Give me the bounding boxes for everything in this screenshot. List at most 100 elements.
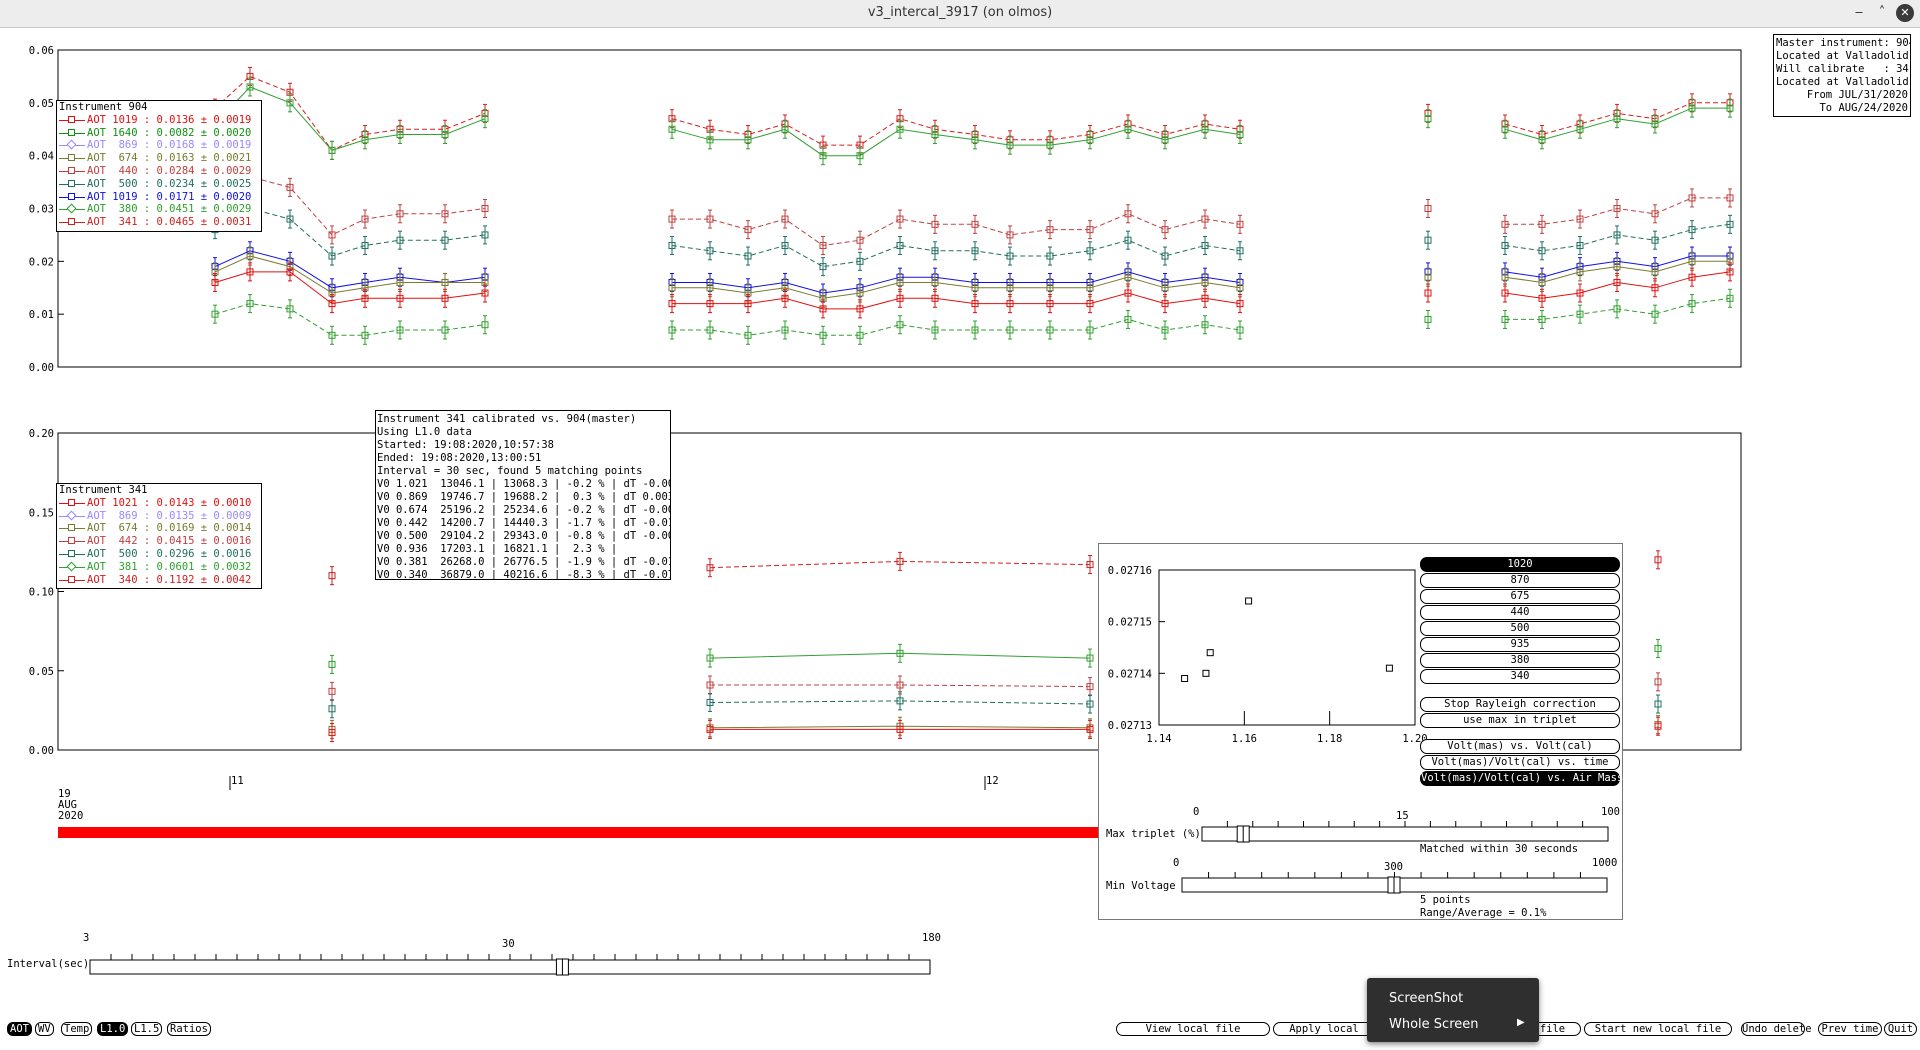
use-max-triplet-button[interactable]: use max in triplet [1420,713,1620,728]
legend-label: AOT 500 : [87,177,151,190]
close-icon[interactable]: ✕ [1896,4,1914,22]
ratio-data-point [1181,675,1189,682]
menu-item-screenshot[interactable]: ScreenShot [1389,991,1463,1006]
time-tick-label-12: 12 [986,775,999,787]
min-voltage-slider[interactable] [1181,872,1608,894]
bottom-legend-title: Instrument 341 [59,484,148,496]
legend-value: 0.0163 ± 0.0021 [150,152,252,165]
legend-value: 0.0168 ± 0.0019 [150,139,252,152]
legend-triangle-marker [68,154,75,162]
start-new-local-file-button[interactable]: Start new local file [1584,1022,1732,1036]
calibration-summary-line: Instrument 341 calibrated vs. 904(master… [377,413,637,425]
series-line [671,128,1241,157]
wavelength-button-675[interactable]: 675 [1420,589,1620,604]
quit-button[interactable]: Quit [1884,1022,1917,1036]
interval-slider[interactable] [89,954,931,976]
interval-slider-thumb[interactable] [555,958,569,976]
legend-label: AOT 340 : [87,573,151,586]
bottom-legend-item: AOT 340 : 0.1192 ± 0.0042 [57,574,261,587]
legend-square-marker [68,115,75,123]
legend-square-marker [68,498,75,506]
legend-label: AOT 500 : [87,547,151,560]
calibration-summary-line: V0 0.340 36879.0 | 40216.6 | -8.3 % | dT… [377,569,671,580]
min-voltage-scale-mid: 300 [1384,861,1403,873]
ratio-data-point [1245,597,1253,605]
top-y-tick-label: 0.02 [29,256,54,268]
ratio-x-tick-label: 1.16 [1232,733,1257,745]
legend-triangle-marker [68,218,75,226]
tab-l15[interactable]: L1.5 [131,1022,163,1036]
plot-mode-button[interactable]: Volt(mas)/Volt(cal) vs. time [1420,755,1620,770]
undo-delete-button[interactable]: Undo delete [1741,1022,1812,1036]
tab-ratios[interactable]: Ratios [167,1022,211,1036]
legend-label: AOT 869 : [87,509,151,522]
wavelength-button-440[interactable]: 440 [1420,605,1620,620]
legend-x-marker [66,203,77,214]
min-voltage-slider-thumb[interactable] [1387,876,1401,894]
wavelength-button-340[interactable]: 340 [1420,669,1620,684]
top-legend-item: AOT 869 : 0.0168 ± 0.0019 [57,139,261,152]
interval-slider-track[interactable] [89,959,931,975]
time-axis-date: 19 AUG 2020 [58,789,83,822]
legend-square-marker [68,537,75,545]
interval-scale-min: 3 [83,932,90,944]
max-triplet-slider-thumb[interactable] [1236,825,1250,843]
legend-value: 0.0171 ± 0.0020 [150,190,252,203]
legend-value: 0.1192 ± 0.0042 [150,573,252,586]
calibration-summary-line: V0 0.869 19746.7 | 19688.2 | 0.3 % | dT … [377,491,671,503]
min-voltage-note-points: 5 points [1420,894,1471,906]
top-y-tick-label: 0.06 [29,45,54,57]
max-triplet-slider-track[interactable] [1201,826,1609,842]
ratio-data-point [1385,664,1393,672]
wavelength-button-935[interactable]: 935 [1420,637,1620,652]
top-y-tick-label: 0.00 [29,362,54,374]
calibration-summary-line: Started: 19:08:2020,10:57:38 [377,439,555,451]
top-legend-title: Instrument 904 [59,101,148,113]
menu-item-whole-screen[interactable]: Whole Screen [1389,1017,1478,1032]
legend-label: AOT 1019 : [87,113,151,126]
calibration-summary-line: V0 1.021 13046.1 | 13068.3 | -0.2 % | dT… [377,478,671,490]
calibration-info-line: Will calibrate : 341 [1776,63,1911,75]
wavelength-button-500[interactable]: 500 [1420,621,1620,636]
maximize-icon[interactable]: ˄ [1873,4,1891,22]
top-legend-item: AOT 341 : 0.0465 ± 0.0031 [57,216,261,229]
legend-value: 0.0601 ± 0.0032 [150,560,252,573]
plot-mode-button[interactable]: Volt(mas) vs. Volt(cal) [1420,739,1620,754]
legend-x-marker [66,139,77,150]
wavelength-button-870[interactable]: 870 [1420,573,1620,588]
legend-triangle-down-marker [68,549,75,557]
max-triplet-scale-min: 0 [1193,806,1200,818]
view-local-file-button[interactable]: View local file [1116,1022,1270,1036]
top-y-tick-label: 0.04 [29,151,54,163]
apply-local-button[interactable]: Apply local [1273,1022,1375,1036]
ratio-y-tick-label: 0.02714 [1108,668,1152,680]
interval-slider-ticks [110,954,910,960]
wavelength-button-1020[interactable]: 1020 [1420,557,1620,572]
tab-wv[interactable]: WV [35,1022,54,1036]
plot-mode-button[interactable]: Volt(mas)/Volt(cal) vs. Air Mass [1420,771,1623,786]
legend-label: AOT 1640 : [87,126,151,139]
legend-label: AOT 869 : [87,139,151,152]
aot-plots-canvas: 0.06 0.05 0.04 0.03 0.02 0.01 0.00 0.20 0.15 0.1… [29,45,1742,976]
tab-l10[interactable]: L1.0 [97,1022,129,1036]
time-coverage-bar[interactable] [58,827,1100,838]
prev-time-button[interactable]: Prev time [1818,1022,1882,1036]
bottom-legend-item: AOT 381 : 0.0601 ± 0.0032 [57,561,261,574]
tab-temp[interactable]: Temp [61,1022,93,1036]
legend-triangle-marker [68,192,75,200]
legend-triangle-down-marker [68,179,75,187]
legend-label: AOT 381 : [87,560,151,573]
calibration-info-line: Located at Valladolid [1776,50,1909,62]
legend-label: AOT 674 : [87,152,151,165]
tab-aot[interactable]: AOT [7,1022,32,1036]
stop-rayleigh-button[interactable]: Stop Rayleigh correction [1420,697,1620,712]
minimize-icon[interactable]: ‒ [1850,4,1868,22]
legend-value: 0.0135 ± 0.0009 [150,509,252,522]
ratio-chart-points [1181,597,1393,682]
top-legend-item: AOT 674 : 0.0163 ± 0.0021 [57,152,261,165]
legend-triangle-marker [68,524,75,532]
max-triplet-slider[interactable] [1201,821,1609,843]
wavelength-button-380[interactable]: 380 [1420,653,1620,668]
ratio-chart-axes: 0.02716 0.02715 0.02714 0.027131.14 1.16 1.18… [1108,565,1428,745]
legend-value: 0.0296 ± 0.0016 [150,547,252,560]
